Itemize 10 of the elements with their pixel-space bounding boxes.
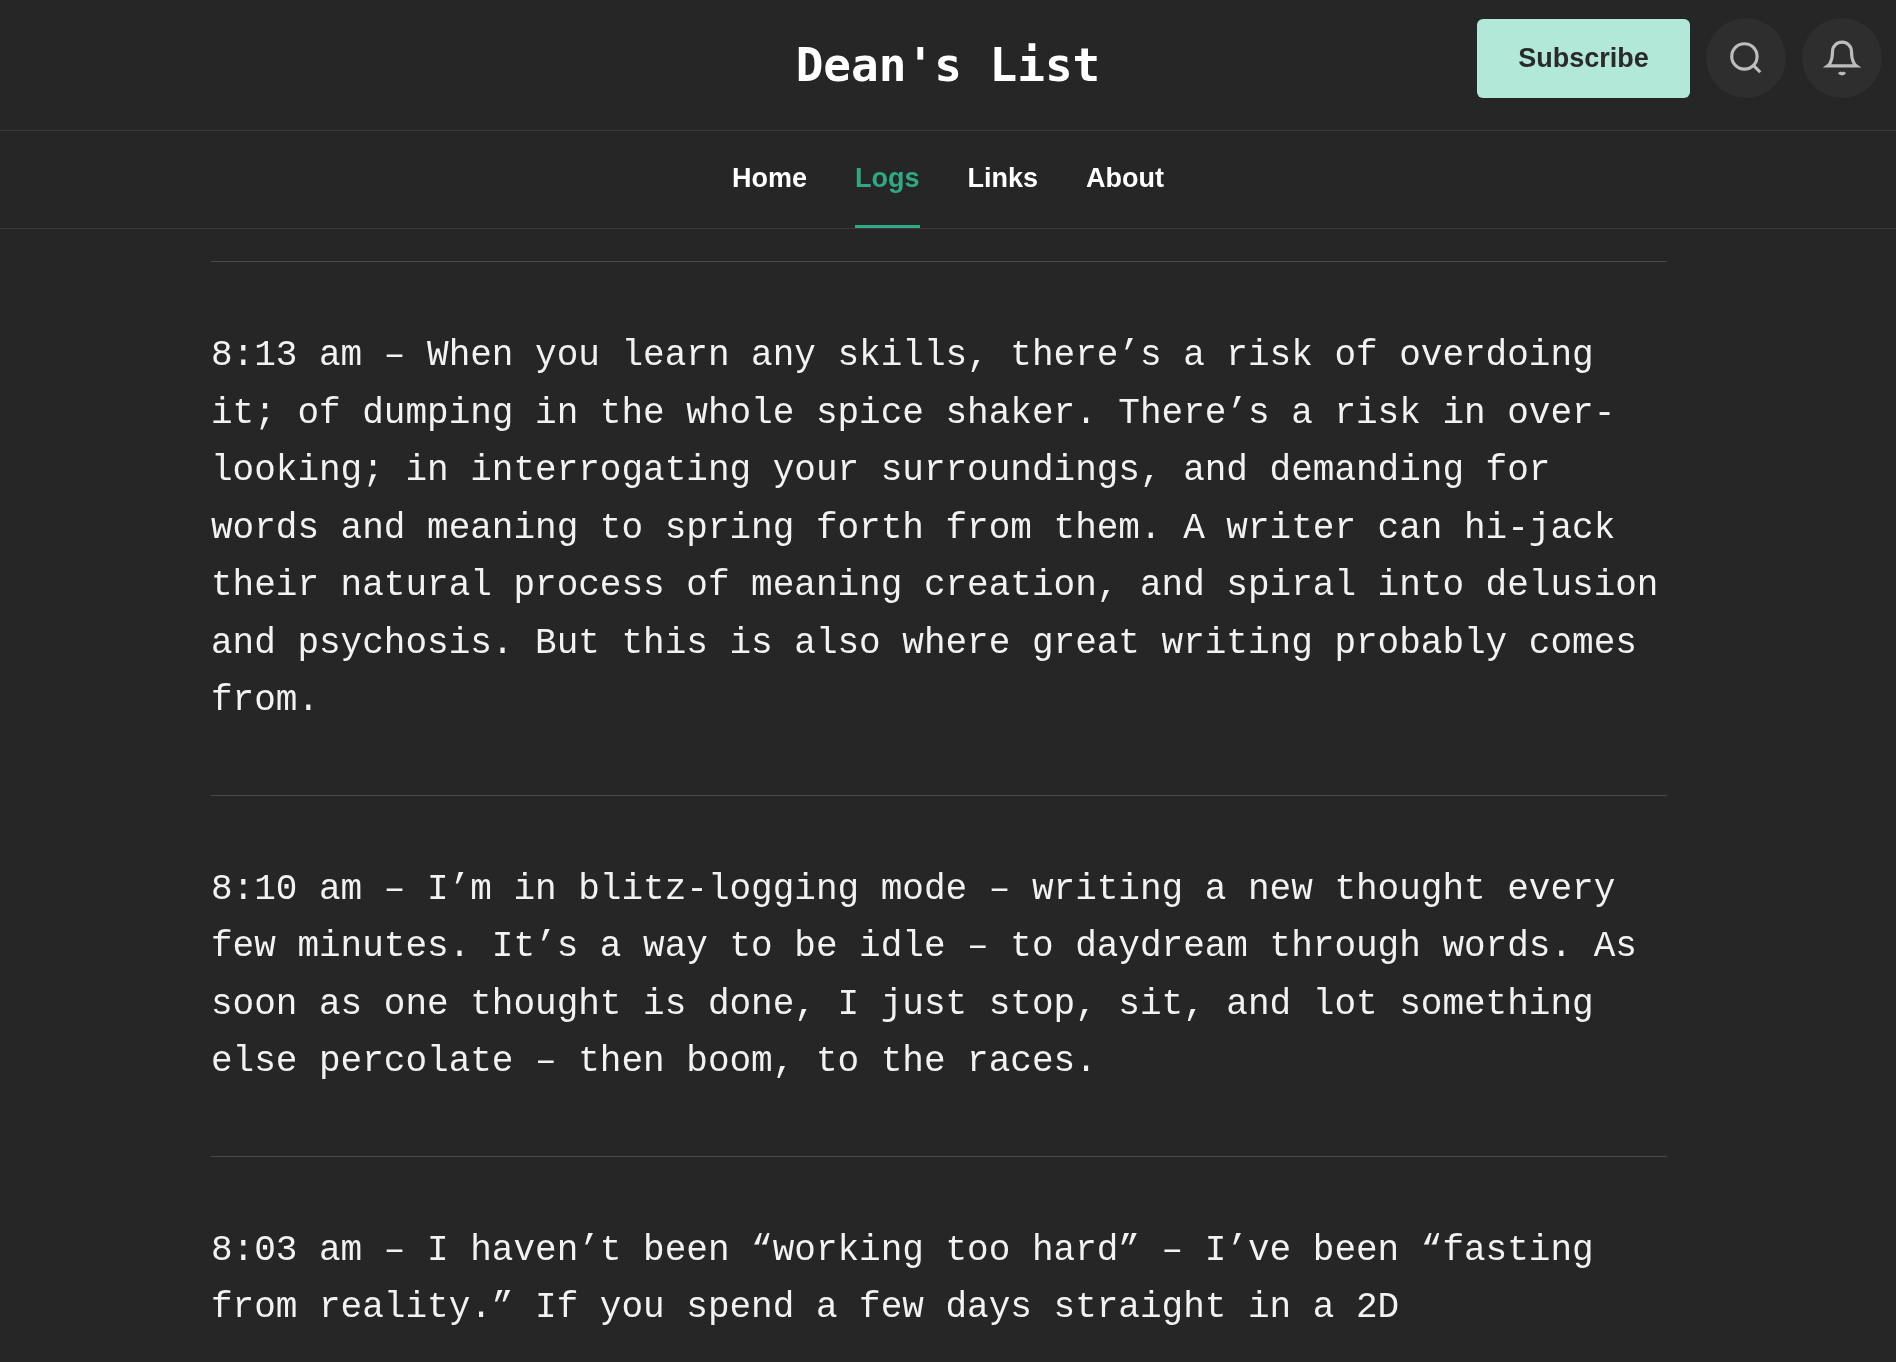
log-entry: 8:03 am – I haven’t been “working too hard” – I’ve been “fasting from reality.” If you spend a few days straight in a 2D [211, 1228, 1595, 1330]
nav-tab[interactable]: Links [967, 131, 1039, 228]
site-title[interactable]: Dean's List [795, 30, 1101, 100]
nav-tab[interactable]: Logs [855, 131, 920, 228]
bell-icon [1823, 39, 1861, 77]
subscribe-button[interactable]: Subscribe [1477, 18, 1690, 98]
nav-tab[interactable]: About [1086, 131, 1164, 228]
nav-tab[interactable]: Home [732, 131, 807, 228]
log-entry: 8:13 am – When you learn any skills, there’s a risk of overdoing it; of dumping in the whole spice shaker. There’s a risk in over-looking; in interrogating your surroundings, and demanding for words and meaning to spring forth from them. A writer can hi-jack their natural process of meaning creation, and spiral into delusion and psychosis. But this is also where great writing probably comes from. [211, 334, 1660, 723]
log-entry: 8:10 am – I’m in blitz-logging mode – writing a new thought every few minutes. It’s a way to be idle – to daydream through words. As soon as one thought is done, I just stop, sit, and lot something else percolate – then boom, to the races. [211, 867, 1638, 1084]
